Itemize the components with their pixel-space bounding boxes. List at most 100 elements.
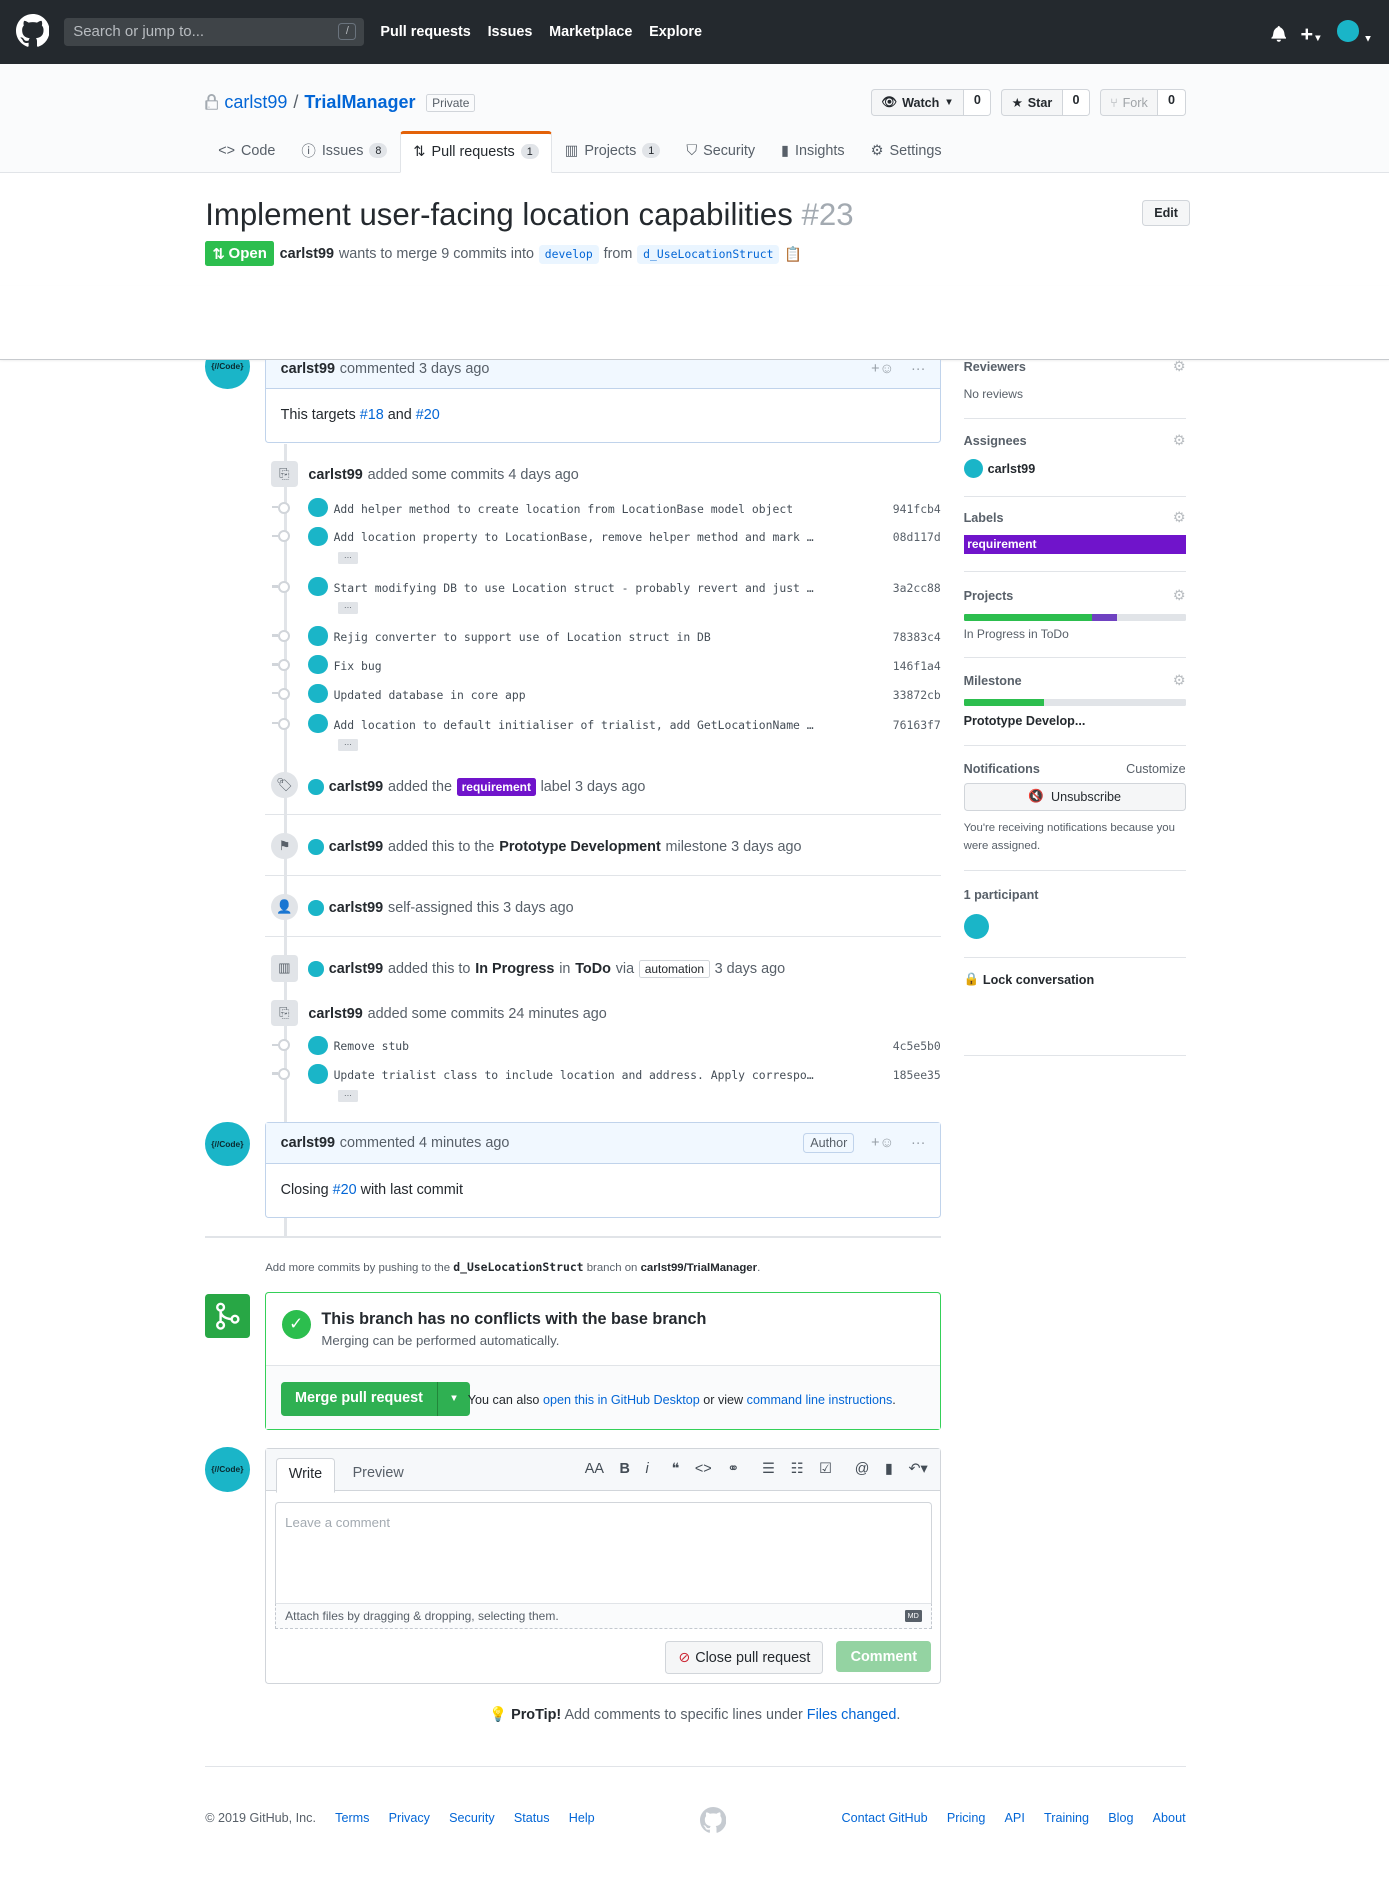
link-icon[interactable]: ⚭	[727, 1461, 739, 1477]
attach-files-zone[interactable]: Attach files by dragging & dropping, sel…	[274, 1602, 933, 1630]
commit-message[interactable]: Update trialist class to include locatio…	[334, 1068, 814, 1082]
tab-code[interactable]: <> Code	[205, 131, 288, 173]
comment-author[interactable]: carlst99	[281, 1135, 335, 1151]
event-author[interactable]: carlst99	[308, 1006, 362, 1022]
add-reaction-icon[interactable]: +☺	[871, 361, 894, 377]
footer-link-privacy[interactable]: Privacy	[389, 1811, 430, 1825]
avatar[interactable]	[308, 526, 328, 546]
edit-button[interactable]: Edit	[1142, 200, 1190, 226]
assignee-link[interactable]: carlst99	[988, 462, 1036, 476]
fork-button[interactable]: ⑂ Fork 0	[1099, 88, 1186, 117]
base-branch[interactable]: develop	[538, 244, 599, 264]
files-changed-link[interactable]: Files changed	[807, 1707, 897, 1723]
label-badge[interactable]: requirement	[456, 777, 536, 797]
repo-owner-link[interactable]: carlst99	[224, 92, 287, 113]
avatar[interactable]	[308, 498, 328, 518]
label-badge[interactable]: requirement	[963, 534, 1186, 554]
commit-sha[interactable]: 76163f7	[893, 718, 941, 732]
avatar[interactable]	[308, 626, 328, 646]
commit-sha[interactable]: 941fcb4	[893, 502, 941, 516]
task-list-icon[interactable]: ☑	[819, 1461, 832, 1477]
commit-message[interactable]: Fix bug	[334, 659, 382, 673]
issue-link[interactable]: #18	[360, 407, 384, 423]
numbered-list-icon[interactable]: ☷	[791, 1461, 804, 1477]
bell-icon[interactable]	[1270, 25, 1287, 43]
avatar[interactable]	[308, 684, 328, 704]
merge-button[interactable]: Merge pull request	[280, 1381, 438, 1416]
footer-link-terms[interactable]: Terms	[335, 1811, 369, 1825]
gear-icon[interactable]: ⚙	[1173, 433, 1186, 449]
footer-link-blog[interactable]: Blog	[1108, 1811, 1133, 1825]
avatar[interactable]: {//Code}	[205, 1122, 250, 1167]
tab-issues[interactable]: ⓘ Issues 8	[288, 131, 400, 173]
avatar[interactable]	[963, 459, 983, 479]
mention-icon[interactable]: @	[855, 1461, 870, 1477]
author-link[interactable]: carlst99	[280, 246, 334, 262]
avatar[interactable]	[308, 900, 324, 916]
nav-pull-requests[interactable]: Pull requests	[380, 24, 470, 40]
comment-textarea[interactable]: Leave a comment	[274, 1502, 933, 1603]
more-icon[interactable]: ···	[911, 361, 925, 377]
avatar[interactable]	[308, 577, 328, 597]
add-reaction-icon[interactable]: +☺	[871, 1135, 894, 1151]
avatar[interactable]	[308, 1064, 328, 1084]
footer-link-security[interactable]: Security	[449, 1811, 495, 1825]
issue-link[interactable]: #20	[333, 1182, 357, 1198]
lock-conversation-link[interactable]: 🔒 Lock conversation	[964, 972, 1186, 987]
footer-link-pricing[interactable]: Pricing	[947, 1811, 986, 1825]
nav-explore[interactable]: Explore	[649, 24, 702, 40]
avatar[interactable]: {//Code}	[205, 1447, 250, 1492]
repo-name-link[interactable]: TrialManager	[304, 92, 415, 113]
customize-link[interactable]: Customize	[1126, 762, 1186, 776]
github-mark-icon[interactable]	[699, 1806, 726, 1833]
tab-write[interactable]: Write	[275, 1457, 336, 1493]
star-count[interactable]: 0	[1062, 88, 1091, 117]
search-input[interactable]: Search or jump to... /	[63, 18, 364, 46]
footer-link-contact[interactable]: Contact GitHub	[842, 1811, 928, 1825]
gear-icon[interactable]: ⚙	[1173, 359, 1186, 375]
project-column[interactable]: In Progress	[475, 961, 554, 977]
event-author[interactable]: carlst99	[308, 467, 362, 483]
milestone-link[interactable]: Prototype Develop...	[964, 714, 1186, 728]
head-branch[interactable]: d_UseLocationStruct	[637, 244, 780, 264]
watch-count[interactable]: 0	[964, 88, 992, 117]
bullet-list-icon[interactable]: ☰	[762, 1461, 775, 1477]
gear-icon[interactable]: ⚙	[1173, 510, 1186, 526]
expand-commit-button[interactable]: …	[338, 551, 358, 564]
tab-pull-requests[interactable]: ⇅ Pull requests 1	[400, 130, 552, 173]
expand-commit-button[interactable]: …	[338, 1088, 358, 1102]
close-pull-request-button[interactable]: ⊘ Close pull request	[665, 1641, 824, 1674]
nav-marketplace[interactable]: Marketplace	[549, 24, 632, 40]
tab-projects[interactable]: ▥ Projects 1	[552, 131, 674, 173]
more-icon[interactable]: ···	[911, 1135, 925, 1151]
commit-sha[interactable]: 3a2cc88	[893, 581, 941, 595]
milestone-link[interactable]: Prototype Development	[499, 839, 661, 855]
bold-icon[interactable]: B	[620, 1461, 630, 1477]
tab-security[interactable]: ⛉ Security	[673, 131, 768, 173]
commit-sha[interactable]: 08d117d	[893, 530, 941, 544]
quote-icon[interactable]: ❝	[672, 1461, 680, 1477]
commit-message[interactable]: Add location to default initialiser of t…	[334, 718, 814, 732]
commit-sha[interactable]: 185ee35	[893, 1068, 941, 1082]
commit-message[interactable]: Remove stub	[334, 1039, 409, 1053]
unsubscribe-button[interactable]: 🔇 Unsubscribe	[963, 783, 1186, 811]
project-link[interactable]: ToDo	[575, 961, 611, 977]
tab-settings[interactable]: ⚙ Settings	[858, 131, 955, 173]
commit-sha[interactable]: 4c5e5b0	[893, 1039, 941, 1053]
footer-link-api[interactable]: API	[1005, 1811, 1025, 1825]
commit-message[interactable]: Start modifying DB to use Location struc…	[334, 581, 814, 595]
avatar[interactable]	[308, 961, 324, 977]
footer-link-training[interactable]: Training	[1044, 1811, 1089, 1825]
footer-link-about[interactable]: About	[1153, 1811, 1186, 1825]
comment-button[interactable]: Comment	[836, 1641, 932, 1672]
star-button[interactable]: ★ Star 0	[1001, 88, 1091, 117]
comment-time[interactable]: commented 3 days ago	[340, 361, 490, 377]
event-author[interactable]: carlst99	[329, 839, 383, 855]
italic-icon[interactable]: i	[646, 1461, 649, 1477]
comment-time[interactable]: commented 4 minutes ago	[340, 1135, 510, 1151]
code-icon[interactable]: <>	[695, 1461, 712, 1477]
user-menu[interactable]: ▼	[1337, 20, 1373, 47]
command-line-link[interactable]: command line instructions	[747, 1393, 893, 1407]
avatar[interactable]	[308, 1035, 328, 1055]
commit-sha[interactable]: 78383c4	[893, 630, 941, 644]
